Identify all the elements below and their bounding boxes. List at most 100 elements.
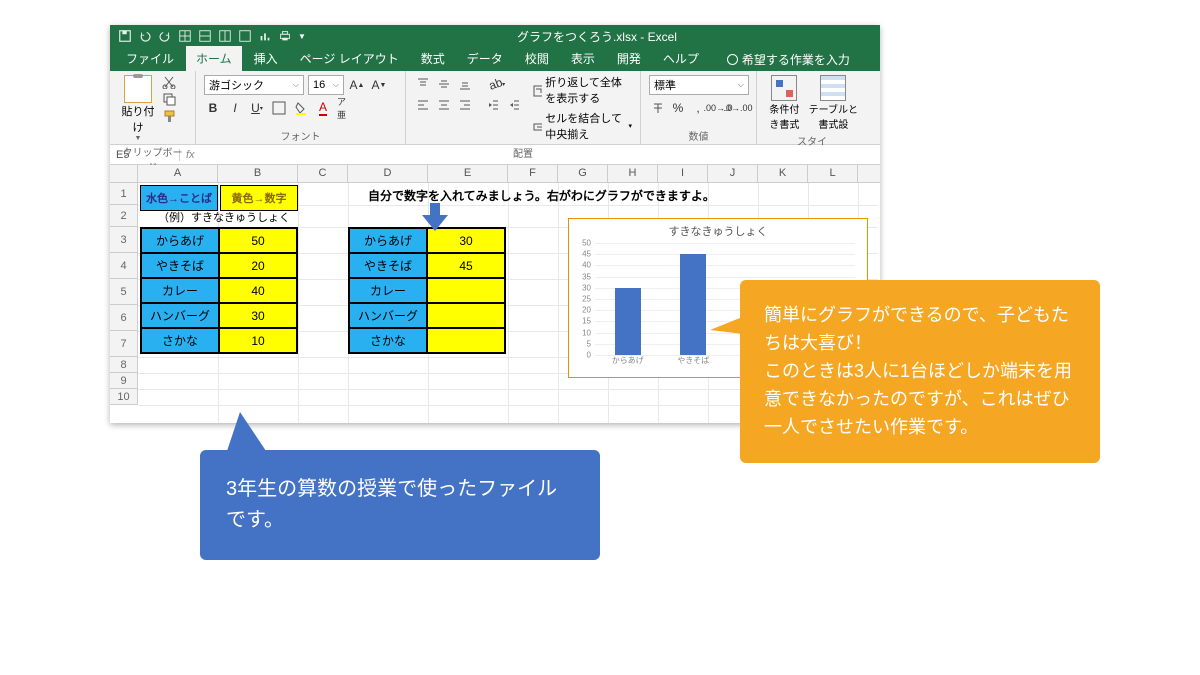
table-label-cell[interactable]: カレー: [349, 278, 427, 303]
col-header[interactable]: D: [348, 165, 428, 182]
tab-review[interactable]: 校閲: [515, 46, 559, 71]
col-header[interactable]: K: [758, 165, 808, 182]
align-right-icon[interactable]: [456, 96, 474, 114]
fill-color-button[interactable]: [292, 99, 310, 117]
tab-home[interactable]: ホーム: [186, 46, 242, 71]
align-top-icon[interactable]: [414, 75, 432, 93]
col-header[interactable]: G: [558, 165, 608, 182]
wrap-text-button[interactable]: 折り返して全体を表示する: [533, 75, 632, 107]
col-header[interactable]: C: [298, 165, 348, 182]
row-header[interactable]: 10: [110, 389, 138, 405]
table-label-cell[interactable]: ハンバーグ: [349, 303, 427, 328]
table-label-cell[interactable]: さかな: [141, 328, 219, 353]
border-button[interactable]: [270, 99, 288, 117]
undo-icon[interactable]: [138, 29, 152, 43]
align-left-icon[interactable]: [414, 96, 432, 114]
percent-icon[interactable]: %: [669, 99, 687, 117]
legend-blue-cell[interactable]: 水色→ことば: [140, 185, 218, 211]
tab-data[interactable]: データ: [457, 46, 513, 71]
font-name-combo[interactable]: 游ゴシック⌵: [204, 75, 304, 95]
tab-pagelayout[interactable]: ページ レイアウト: [290, 46, 409, 71]
tab-formulas[interactable]: 数式: [411, 46, 455, 71]
chart-bar[interactable]: [680, 254, 706, 355]
grid3-icon[interactable]: [238, 29, 252, 43]
align-bottom-icon[interactable]: [456, 75, 474, 93]
table-value-cell[interactable]: 45: [427, 253, 505, 278]
col-header[interactable]: A: [138, 165, 218, 182]
format-table-button[interactable]: テーブルと書式設: [808, 75, 859, 131]
table-label-cell[interactable]: ハンバーグ: [141, 303, 219, 328]
row-header[interactable]: 9: [110, 373, 138, 389]
conditional-format-button[interactable]: 条件付き書式: [765, 75, 804, 131]
cut-icon[interactable]: [162, 75, 178, 89]
decrease-indent-icon[interactable]: [484, 96, 502, 114]
col-header[interactable]: E: [428, 165, 508, 182]
decrease-decimal-icon[interactable]: .0→.00: [729, 99, 747, 117]
row-header[interactable]: 7: [110, 331, 138, 357]
bold-button[interactable]: B: [204, 99, 222, 117]
number-format-combo[interactable]: 標準⌵: [649, 75, 749, 95]
row-header[interactable]: 8: [110, 357, 138, 373]
col-header[interactable]: H: [608, 165, 658, 182]
col-header[interactable]: B: [218, 165, 298, 182]
table-label-cell[interactable]: さかな: [349, 328, 427, 353]
table-value-cell[interactable]: 30: [427, 228, 505, 253]
merge-center-button[interactable]: セルを結合して中央揃え▾: [533, 111, 632, 143]
format-painter-icon[interactable]: [162, 109, 178, 123]
align-middle-icon[interactable]: [435, 75, 453, 93]
print-icon[interactable]: [278, 29, 292, 43]
tab-help[interactable]: ヘルプ: [653, 46, 709, 71]
table-value-cell[interactable]: 40: [219, 278, 297, 303]
table-label-cell[interactable]: やきそば: [141, 253, 219, 278]
font-color-button[interactable]: A: [314, 99, 332, 117]
borders-icon[interactable]: [178, 29, 192, 43]
row-header[interactable]: 5: [110, 279, 138, 305]
copy-icon[interactable]: [162, 92, 178, 106]
col-header[interactable]: F: [508, 165, 558, 182]
select-all-corner[interactable]: [110, 165, 138, 182]
table-value-cell[interactable]: 20: [219, 253, 297, 278]
table-label-cell[interactable]: やきそば: [349, 253, 427, 278]
italic-button[interactable]: I: [226, 99, 244, 117]
row-header[interactable]: 6: [110, 305, 138, 331]
paste-button[interactable]: 貼り付け ▼: [118, 75, 158, 142]
input-table[interactable]: からあげ30やきそば45カレーハンバーグさかな: [348, 227, 506, 354]
table-value-cell[interactable]: 10: [219, 328, 297, 353]
grid1-icon[interactable]: [198, 29, 212, 43]
row-header[interactable]: 4: [110, 253, 138, 279]
table-value-cell[interactable]: [427, 303, 505, 328]
increase-font-icon[interactable]: A▲: [348, 76, 366, 94]
col-header[interactable]: J: [708, 165, 758, 182]
increase-indent-icon[interactable]: [505, 96, 523, 114]
table-label-cell[interactable]: からあげ: [141, 228, 219, 253]
font-size-combo[interactable]: 16⌵: [308, 75, 344, 95]
save-icon[interactable]: [118, 29, 132, 43]
tab-file[interactable]: ファイル: [116, 46, 184, 71]
row-header[interactable]: 1: [110, 183, 138, 205]
chart-bar[interactable]: [615, 288, 641, 355]
phonetic-button[interactable]: ア亜: [336, 99, 354, 117]
qat-dropdown-icon[interactable]: ▼: [298, 32, 306, 41]
row-header[interactable]: 2: [110, 205, 138, 227]
table-value-cell[interactable]: 30: [219, 303, 297, 328]
grid2-icon[interactable]: [218, 29, 232, 43]
table-label-cell[interactable]: からあげ: [349, 228, 427, 253]
legend-yellow-cell[interactable]: 黄色→数字: [220, 185, 298, 211]
underline-button[interactable]: U▾: [248, 99, 266, 117]
tab-insert[interactable]: 挿入: [244, 46, 288, 71]
table-value-cell[interactable]: [427, 328, 505, 353]
tab-view[interactable]: 表示: [561, 46, 605, 71]
tab-dev[interactable]: 開発: [607, 46, 651, 71]
table-value-cell[interactable]: 50: [219, 228, 297, 253]
table-label-cell[interactable]: カレー: [141, 278, 219, 303]
example-table[interactable]: からあげ50やきそば20カレー40ハンバーグ30さかな10: [140, 227, 298, 354]
align-center-icon[interactable]: [435, 96, 453, 114]
orientation-icon[interactable]: ab▾: [484, 75, 510, 93]
row-header[interactable]: 3: [110, 227, 138, 253]
tell-me-search[interactable]: 希望する作業を入力: [721, 48, 856, 71]
chart-icon[interactable]: [258, 29, 272, 43]
currency-icon[interactable]: [649, 99, 667, 117]
redo-icon[interactable]: [158, 29, 172, 43]
decrease-font-icon[interactable]: A▼: [370, 76, 388, 94]
table-value-cell[interactable]: [427, 278, 505, 303]
